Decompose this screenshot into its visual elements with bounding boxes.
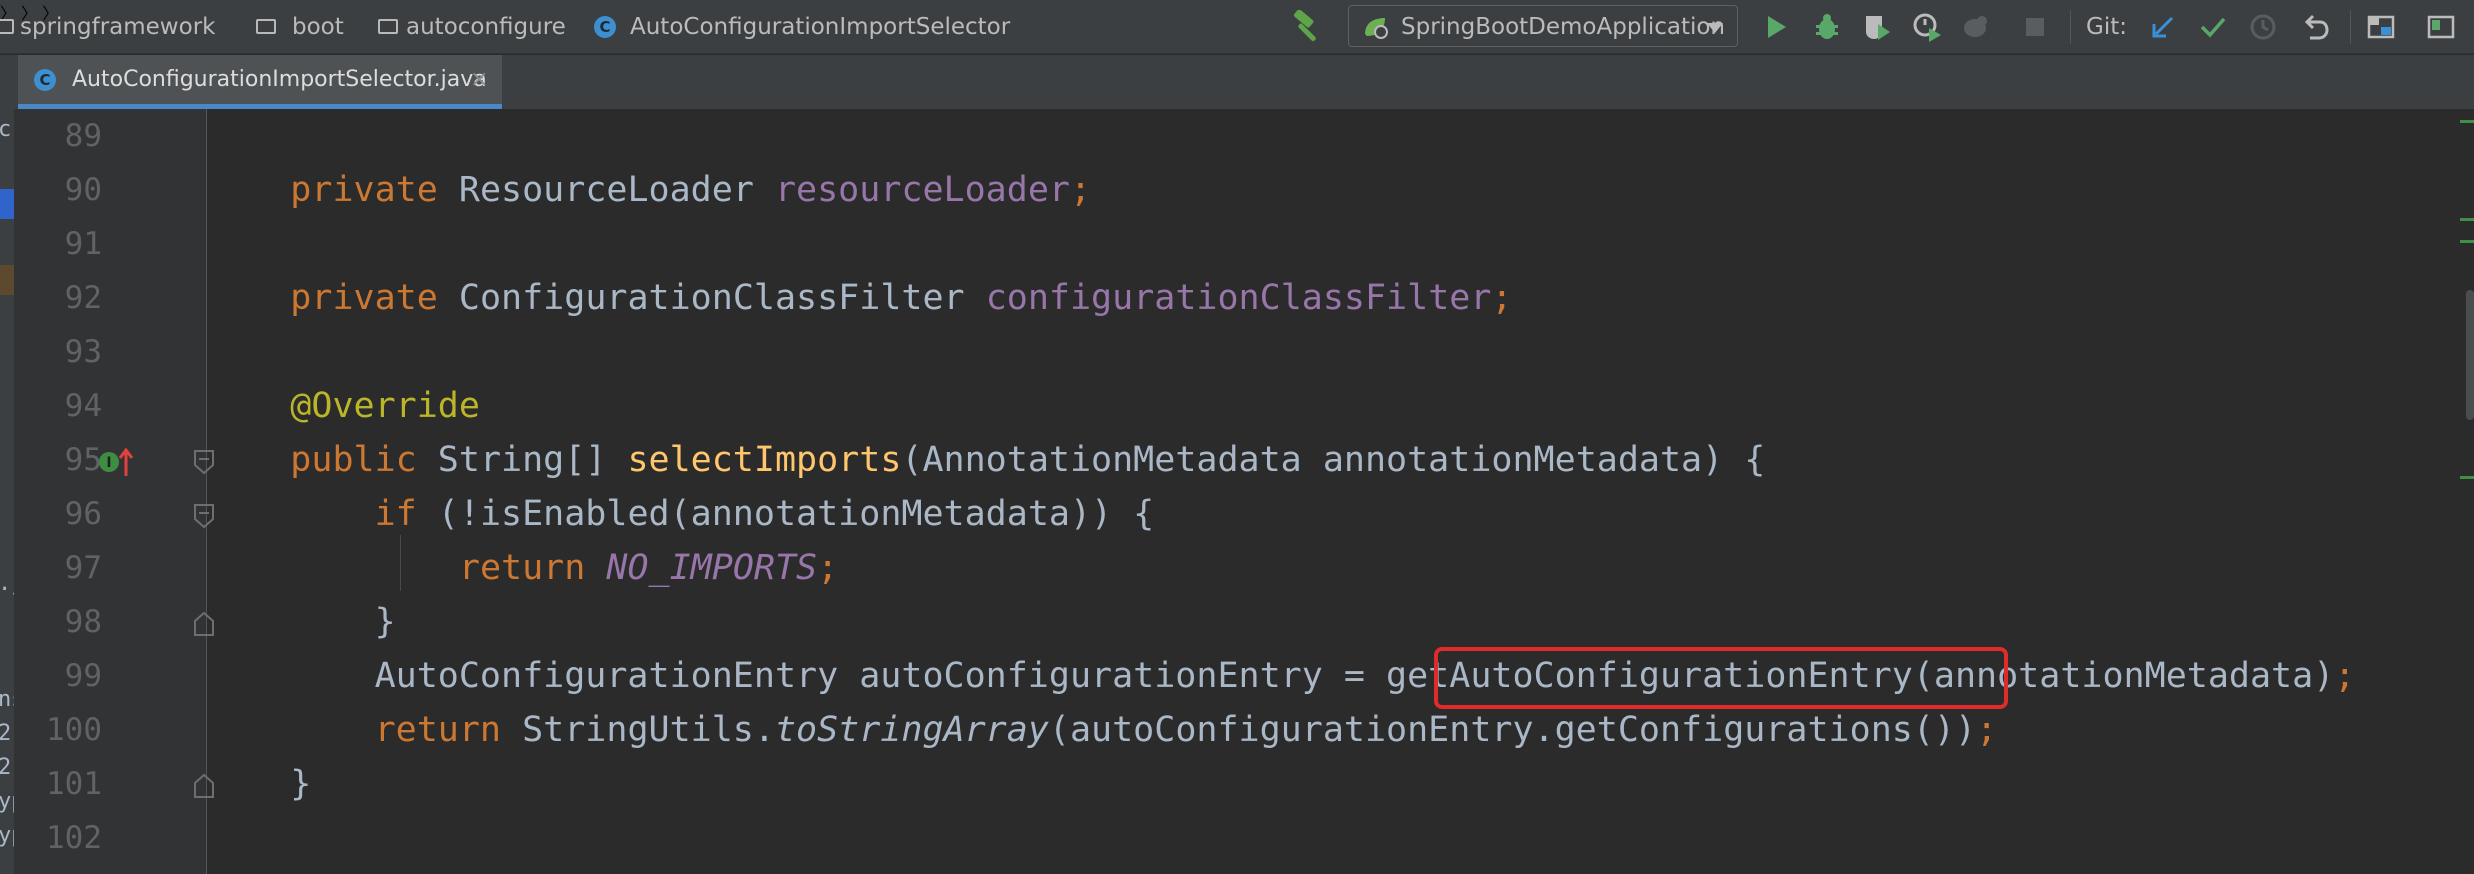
line-number: 101 — [46, 766, 102, 802]
project-text-fragment: 2. — [0, 755, 14, 780]
line-number: 94 — [64, 388, 102, 424]
close-tab-icon[interactable]: × — [470, 55, 488, 105]
line-number: 102 — [46, 820, 102, 856]
coverage-icon[interactable] — [1862, 12, 1892, 42]
build-hammer-icon[interactable] — [1290, 10, 1326, 44]
project-text-fragment: yp — [0, 789, 14, 814]
git-update-icon[interactable] — [2148, 12, 2178, 42]
project-structure-icon[interactable] — [2366, 12, 2396, 42]
java-class-icon: C — [594, 16, 616, 38]
git-history-icon[interactable] — [2248, 12, 2278, 42]
svg-text:I: I — [106, 455, 111, 471]
line-number: 99 — [64, 658, 102, 694]
change-marker[interactable] — [2460, 120, 2474, 123]
java-class-icon: C — [34, 69, 56, 91]
editor-tab-bar: C AutoConfigurationImportSelector.java × — [0, 55, 2474, 109]
folder-icon — [256, 19, 276, 34]
line-number: 91 — [64, 226, 102, 262]
scrollbar-thumb[interactable] — [2466, 290, 2474, 420]
line-number: 96 — [64, 496, 102, 532]
code-line: @Override — [290, 386, 480, 426]
project-text-fragment: ns — [0, 687, 14, 712]
code-line: } — [206, 602, 396, 642]
toolbar-divider — [2070, 10, 2071, 44]
git-commit-icon[interactable] — [2198, 12, 2228, 42]
stop-icon[interactable] — [2020, 12, 2050, 42]
folder-icon — [378, 19, 398, 34]
git-rollback-icon[interactable] — [2300, 12, 2330, 42]
code-line: AutoConfigurationEntry autoConfiguration… — [206, 656, 2356, 696]
line-number: 100 — [46, 712, 102, 748]
profile-icon[interactable] — [1912, 12, 1942, 42]
git-label: Git: — [2086, 14, 2127, 40]
line-number: 95 — [64, 442, 102, 478]
code-line: return NO_IMPORTS; — [458, 548, 839, 588]
change-marker[interactable] — [2460, 240, 2474, 243]
line-number: 97 — [64, 550, 102, 586]
chevron-down-icon — [1707, 23, 1723, 33]
navigation-toolbar: springframework 〉 boot 〉 autoconfigure 〉… — [0, 0, 2474, 54]
attach-debugger-icon[interactable] — [1960, 12, 1990, 42]
editor-gutter[interactable]: 89 90 91 92 93 94 95 96 97 98 99 100 101… — [14, 109, 206, 874]
code-line: return StringUtils.toStringArray(autoCon… — [374, 710, 1998, 750]
debug-icon[interactable] — [1812, 12, 1842, 42]
run-icon[interactable] — [1760, 12, 1790, 42]
project-panel-edge[interactable]: c .j ns 2 2. yp yp — [0, 109, 14, 874]
editor-tab-filename: AutoConfigurationImportSelector.java — [72, 67, 487, 92]
code-editor[interactable]: private ResourceLoader resourceLoader; p… — [206, 109, 2446, 874]
change-marker[interactable] — [2460, 476, 2474, 479]
project-text-fragment: yp — [0, 823, 14, 848]
project-text-fragment: 2 — [0, 721, 12, 746]
project-text-fragment: .j — [0, 571, 14, 596]
editor-scrollbar[interactable] — [2446, 109, 2474, 874]
breadcrumb-item-autoconfigure[interactable]: autoconfigure — [406, 0, 566, 54]
folder-icon — [0, 19, 14, 34]
line-number: 93 — [64, 334, 102, 370]
code-line: } — [206, 764, 312, 804]
project-highlighted-row — [0, 265, 14, 295]
line-number: 98 — [64, 604, 102, 640]
line-number: 90 — [64, 172, 102, 208]
run-configuration-name: SpringBootDemoApplication — [1401, 14, 1726, 40]
breadcrumb-item-springframework[interactable]: springframework — [20, 0, 215, 54]
change-marker[interactable] — [2460, 218, 2474, 221]
indent-guide — [400, 535, 401, 591]
code-line: if (!isEnabled(annotationMetadata)) { — [374, 494, 1155, 534]
red-highlight-annotation — [1434, 647, 2008, 709]
implements-method-icon[interactable]: I — [98, 446, 134, 480]
spring-boot-icon — [1365, 18, 1388, 39]
breadcrumb-item-class[interactable]: AutoConfigurationImportSelector — [630, 0, 1010, 54]
editor-tab[interactable]: C AutoConfigurationImportSelector.java × — [18, 55, 502, 109]
code-line: private ConfigurationClassFilter configu… — [290, 278, 1513, 318]
code-line: private ResourceLoader resourceLoader; — [290, 170, 1092, 210]
project-text-fragment: c — [0, 117, 12, 142]
layout-icon[interactable] — [2426, 12, 2456, 42]
toolbar-divider — [2350, 10, 2351, 44]
breadcrumb-item-boot[interactable]: boot — [292, 0, 344, 54]
project-selected-row — [0, 189, 14, 219]
code-line: public String[] selectImports(Annotation… — [290, 440, 1766, 480]
line-number: 92 — [64, 280, 102, 316]
run-configuration-select[interactable]: SpringBootDemoApplication — [1348, 5, 1738, 47]
line-number: 89 — [64, 118, 102, 154]
